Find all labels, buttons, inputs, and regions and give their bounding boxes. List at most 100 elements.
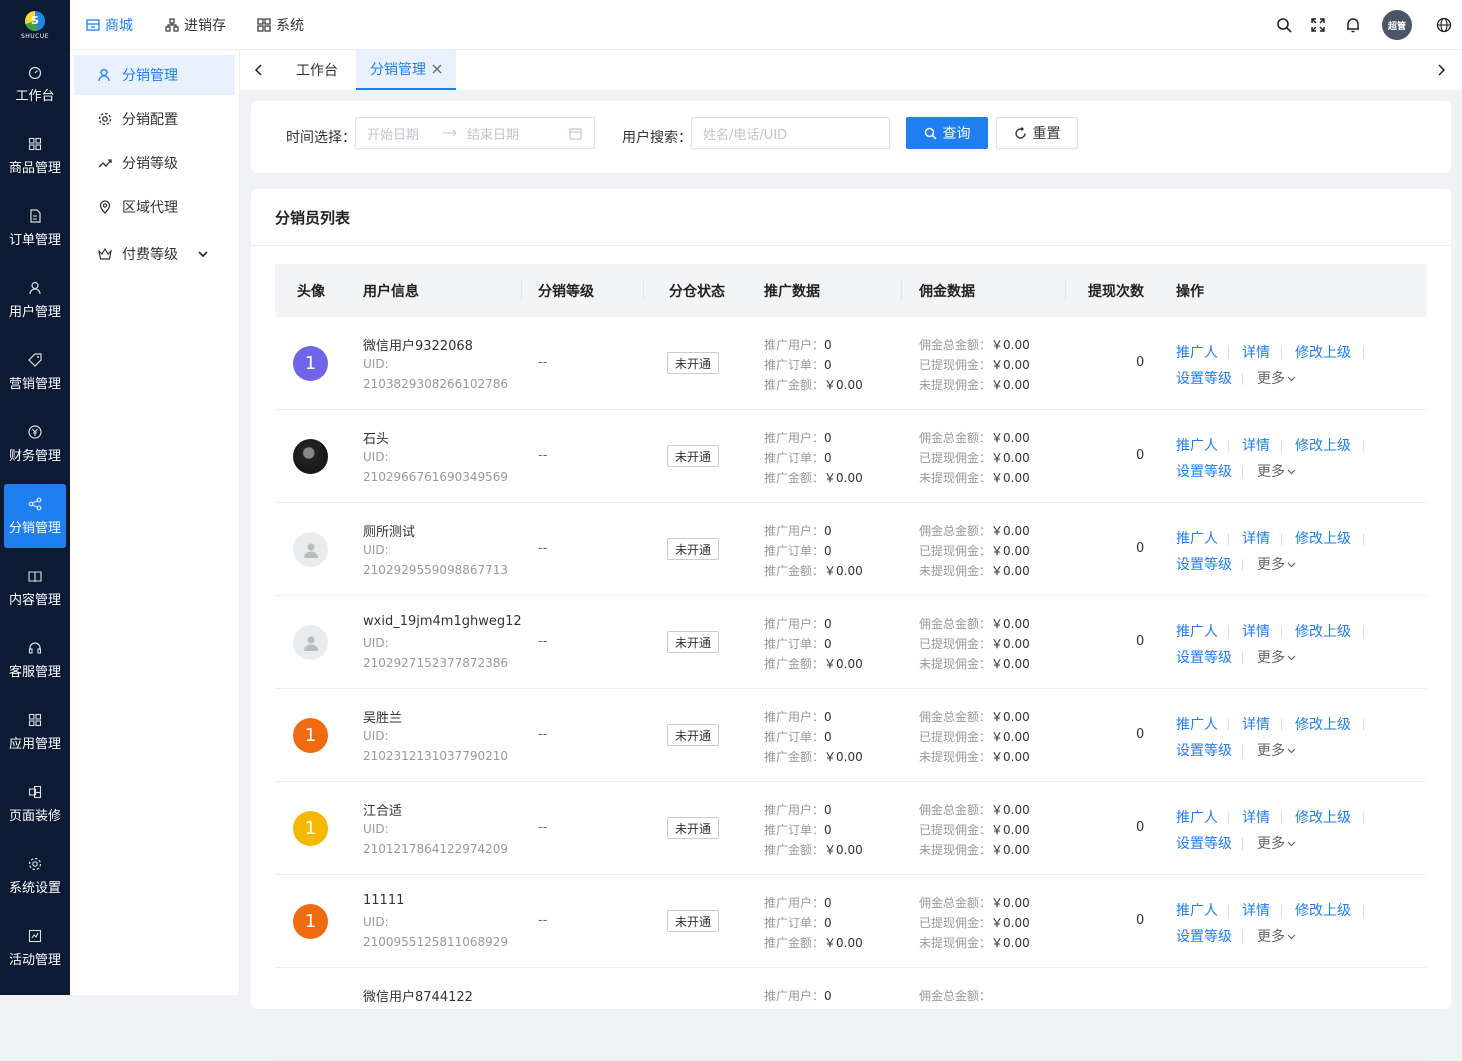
set-level-link[interactable]: 设置等级 xyxy=(1176,740,1232,760)
edit-parent-link[interactable]: 修改上级 xyxy=(1295,435,1351,455)
detail-link[interactable]: 详情 xyxy=(1242,528,1270,548)
language-icon[interactable] xyxy=(1436,0,1452,50)
promoter-link[interactable]: 推广人 xyxy=(1176,714,1218,734)
detail-link[interactable]: 详情 xyxy=(1242,342,1270,362)
sidebar-item-2[interactable]: 订单管理 xyxy=(4,196,66,260)
reset-button[interactable]: 重置 xyxy=(996,117,1078,149)
fullscreen-icon[interactable] xyxy=(1311,0,1325,50)
tab-label: 工作台 xyxy=(296,63,338,79)
set-level-link[interactable]: 设置等级 xyxy=(1176,368,1232,388)
action-separator xyxy=(1363,719,1364,731)
edit-parent-link[interactable]: 修改上级 xyxy=(1295,621,1351,641)
user-search-input[interactable]: 姓名/电话/UID xyxy=(691,117,890,149)
search-icon[interactable] xyxy=(1276,0,1292,50)
nav-mall[interactable]: 商城 xyxy=(86,0,133,50)
user-avatar[interactable]: 超管 xyxy=(1382,0,1412,50)
sidebar-item-11[interactable]: 系统设置 xyxy=(4,844,66,908)
promoter-link[interactable]: 推广人 xyxy=(1176,435,1218,455)
set-level-link[interactable]: 设置等级 xyxy=(1176,647,1232,667)
detail-link[interactable]: 详情 xyxy=(1242,435,1270,455)
submenu-distribution-manage[interactable]: 分销管理 xyxy=(74,55,235,95)
date-range-picker[interactable]: 开始日期 结束日期 xyxy=(355,117,595,149)
more-dropdown[interactable]: 更多 xyxy=(1257,368,1296,388)
promoter-link[interactable]: 推广人 xyxy=(1176,900,1218,920)
sidebar-item-0[interactable]: 工作台 xyxy=(4,52,66,116)
promo-stat: 推广用户：0 xyxy=(764,615,832,632)
promoter-link[interactable]: 推广人 xyxy=(1176,528,1218,548)
submenu-regional-agent[interactable]: 区域代理 xyxy=(74,187,235,227)
tab-distribution[interactable]: 分销管理 xyxy=(356,50,456,90)
edit-parent-link[interactable]: 修改上级 xyxy=(1295,528,1351,548)
more-dropdown[interactable]: 更多 xyxy=(1257,554,1296,574)
promo-label: 推广订单： xyxy=(764,730,825,744)
submenu-distribution-config[interactable]: 分销配置 xyxy=(74,99,235,139)
col-status: 分仓状态 xyxy=(669,283,725,300)
detail-link[interactable]: 详情 xyxy=(1242,900,1270,920)
edit-parent-link[interactable]: 修改上级 xyxy=(1295,807,1351,827)
status-badge: 未开通 xyxy=(667,352,720,374)
distribution-level: -- xyxy=(538,448,548,463)
tab-next-icon[interactable] xyxy=(1436,50,1446,90)
more-label: 更多 xyxy=(1257,557,1285,573)
submenu-paid-level[interactable]: 付费等级 xyxy=(74,234,235,274)
sidebar-item-7[interactable]: 内容管理 xyxy=(4,556,66,620)
more-dropdown[interactable]: 更多 xyxy=(1257,926,1296,946)
arrow-right-icon xyxy=(443,129,457,137)
sidebar-item-10[interactable]: 页面装修 xyxy=(4,772,66,836)
more-dropdown[interactable]: 更多 xyxy=(1257,740,1296,760)
set-level-link[interactable]: 设置等级 xyxy=(1176,833,1232,853)
sidebar-item-3[interactable]: 用户管理 xyxy=(4,268,66,332)
sidebar-item-9[interactable]: 应用管理 xyxy=(4,700,66,764)
more-dropdown[interactable]: 更多 xyxy=(1257,833,1296,853)
promo-value: ￥0.00 xyxy=(824,471,863,485)
edit-parent-link[interactable]: 修改上级 xyxy=(1295,342,1351,362)
table-row: 石头 UID: 2102966761690349569 -- 未开通 推广用户：0 佣金总金… xyxy=(275,410,1427,503)
distribution-level: -- xyxy=(538,355,548,370)
sidebar-item-12[interactable]: 活动管理 xyxy=(4,916,66,980)
detail-link[interactable]: 详情 xyxy=(1242,621,1270,641)
edit-parent-link[interactable]: 修改上级 xyxy=(1295,900,1351,920)
table-row: 1 吴胜兰 UID: 2102312131037790210 -- 未开通 推广用户：0 佣金… xyxy=(275,689,1427,782)
sidebar-item-1[interactable]: 商品管理 xyxy=(4,124,66,188)
promo-value: 0 xyxy=(824,617,832,631)
nav-system[interactable]: 系统 xyxy=(257,0,304,50)
end-date-input[interactable]: 结束日期 xyxy=(467,124,519,143)
sidebar-item-label: 工作台 xyxy=(15,88,55,104)
detail-link[interactable]: 详情 xyxy=(1242,714,1270,734)
start-date-input[interactable]: 开始日期 xyxy=(367,124,419,143)
more-dropdown[interactable]: 更多 xyxy=(1257,461,1296,481)
more-dropdown[interactable]: 更多 xyxy=(1257,647,1296,667)
tab-prev-icon[interactable] xyxy=(254,50,264,90)
action-separator xyxy=(1363,347,1364,359)
action-separator xyxy=(1242,373,1243,385)
commission-value: ￥0.00 xyxy=(991,378,1030,392)
edit-parent-link[interactable]: 修改上级 xyxy=(1295,714,1351,734)
bell-icon[interactable] xyxy=(1345,0,1361,50)
action-separator xyxy=(1228,440,1229,452)
col-actions: 操作 xyxy=(1176,283,1204,300)
close-icon[interactable] xyxy=(432,64,442,74)
distribution-level: -- xyxy=(538,913,548,928)
sidebar-item-6[interactable]: 分销管理 xyxy=(4,484,66,548)
promoter-link[interactable]: 推广人 xyxy=(1176,342,1218,362)
share-icon xyxy=(28,497,42,510)
commission-stat: 未提现佣金：￥0.00 xyxy=(919,376,1030,393)
query-button[interactable]: 查询 xyxy=(906,117,988,149)
nav-inventory[interactable]: 进销存 xyxy=(165,0,226,50)
promo-label: 推广金额： xyxy=(764,843,825,857)
set-level-link[interactable]: 设置等级 xyxy=(1176,554,1232,574)
submenu-distribution-level[interactable]: 分销等级 xyxy=(74,143,235,183)
sidebar-item-4[interactable]: 营销管理 xyxy=(4,340,66,404)
divider xyxy=(251,245,1451,246)
promoter-link[interactable]: 推广人 xyxy=(1176,621,1218,641)
tab-workbench[interactable]: 工作台 xyxy=(296,50,338,90)
promoter-link[interactable]: 推广人 xyxy=(1176,807,1218,827)
col-promo: 推广数据 xyxy=(764,283,820,300)
commission-stat: 未提现佣金：￥0.00 xyxy=(919,934,1030,951)
set-level-link[interactable]: 设置等级 xyxy=(1176,926,1232,946)
sidebar-item-5[interactable]: 财务管理 xyxy=(4,412,66,476)
set-level-link[interactable]: 设置等级 xyxy=(1176,461,1232,481)
detail-link[interactable]: 详情 xyxy=(1242,807,1270,827)
sidebar-item-8[interactable]: 客服管理 xyxy=(4,628,66,692)
action-separator xyxy=(1363,812,1364,824)
